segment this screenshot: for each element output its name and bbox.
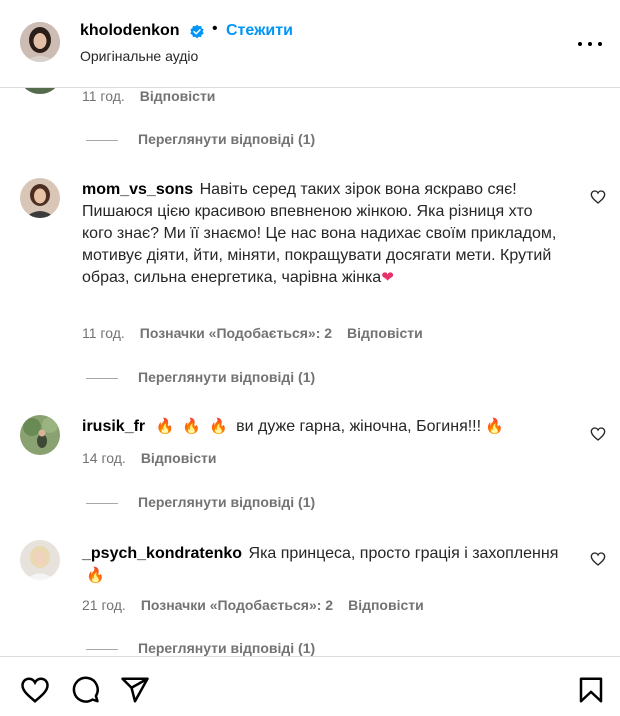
comment-meta: 21 год. Позначки «Подобається»: 2 Відповіс… [82, 597, 424, 613]
likes-count[interactable]: Позначки «Подобається»: 2 [140, 325, 332, 341]
comment-body: ви дуже гарна, жіночна, Богиня!!! [236, 418, 482, 435]
comment-text: _psych_kondratenko Яка принцеса, просто … [82, 543, 562, 587]
avatar[interactable] [20, 178, 60, 218]
like-heart-icon[interactable] [590, 426, 606, 442]
follow-button[interactable]: Стежити [226, 22, 293, 40]
divider [86, 378, 118, 379]
reply-button[interactable]: Відповісти [140, 88, 216, 104]
comment-meta: 11 год. Відповісти [82, 88, 215, 104]
avatar-image [20, 178, 60, 218]
fire-emoji: 🔥 [485, 418, 504, 435]
more-options-icon[interactable] [578, 42, 602, 48]
view-replies-label: Переглянути відповіді (1) [138, 369, 316, 385]
comment-meta: 11 год. Позначки «Подобається»: 2 Відповіс… [82, 325, 423, 341]
header-username[interactable]: kholodenkon [80, 22, 180, 40]
view-replies-label: Переглянути відповіді (1) [138, 131, 316, 147]
comment-username[interactable]: mom_vs_sons [82, 181, 193, 198]
comment-time[interactable]: 14 год. [82, 450, 126, 466]
comment-text: irusik_fr 🔥 🔥 🔥 ви дуже гарна, жіночна, Бо… [82, 416, 562, 438]
separator-dot: • [212, 20, 218, 37]
original-audio-link[interactable]: Оригінальне аудіо [80, 48, 198, 64]
comment-time[interactable]: 11 год. [82, 88, 125, 104]
comment-icon[interactable] [70, 675, 100, 705]
divider [86, 503, 118, 504]
verified-badge-icon [190, 24, 204, 39]
comment-time[interactable]: 21 год. [82, 597, 126, 613]
heart-icon[interactable] [20, 675, 50, 705]
divider [86, 140, 118, 141]
avatar-image [20, 540, 60, 580]
fire-emoji: 🔥 [155, 418, 175, 435]
like-heart-icon[interactable] [590, 189, 606, 205]
reply-button[interactable]: Відповісти [141, 450, 217, 466]
avatar[interactable] [20, 22, 60, 62]
pink-heart-emoji: ❤ [381, 269, 394, 286]
share-icon[interactable] [120, 675, 150, 705]
comment-body: Яка принцеса, просто грація і захоплення [248, 545, 559, 562]
fire-emoji: 🔥 [208, 418, 228, 435]
comment-meta: 14 год. Відповісти [82, 450, 216, 466]
reply-button[interactable]: Відповісти [348, 597, 424, 613]
comment-time[interactable]: 11 год. [82, 325, 125, 341]
avatar[interactable] [20, 415, 60, 455]
like-heart-icon[interactable] [590, 551, 606, 567]
view-replies-label: Переглянути відповіді (1) [138, 494, 316, 510]
post-header: kholodenkon • Стежити Оригінальне аудіо [0, 0, 620, 88]
action-bar [0, 656, 620, 716]
bookmark-icon[interactable] [576, 675, 606, 705]
comment-username[interactable]: irusik_fr [82, 418, 145, 435]
likes-count[interactable]: Позначки «Подобається»: 2 [141, 597, 333, 613]
fire-emoji: 🔥 [86, 567, 105, 584]
avatar[interactable] [20, 540, 60, 580]
comment-text: mom_vs_sons Навіть серед таких зірок вон… [82, 179, 562, 289]
avatar-image [20, 415, 60, 455]
reply-button[interactable]: Відповісти [347, 325, 423, 341]
view-replies-label: Переглянути відповіді (1) [138, 640, 316, 656]
avatar-image [20, 22, 60, 62]
comment-username[interactable]: _psych_kondratenko [82, 545, 242, 562]
fire-emoji: 🔥 [182, 418, 201, 435]
comments-list: 11 год. Відповісти Переглянути відповіді … [0, 0, 620, 656]
divider [86, 649, 118, 650]
